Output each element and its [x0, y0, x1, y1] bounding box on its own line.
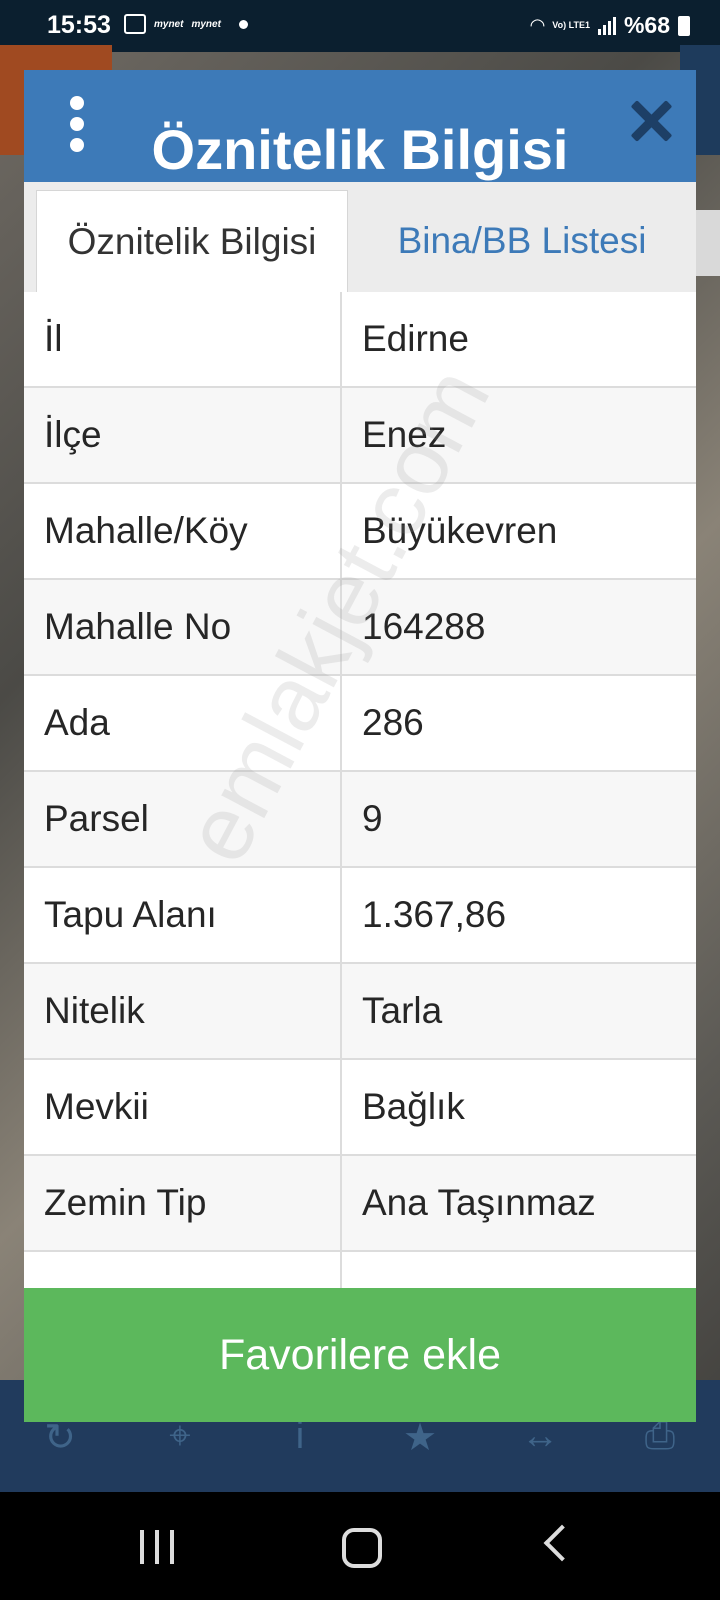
table-row: Nitelik Tarla [24, 964, 696, 1060]
table-row: Tapu Alanı 1.367,86 [24, 868, 696, 964]
table-row: Zemin Tip Ana Taşınmaz [24, 1156, 696, 1252]
row-key: Zemin Tip [24, 1156, 342, 1250]
system-icons: ◠ Vo) LTE1 %68 [530, 12, 690, 39]
row-value: 286 [362, 702, 424, 743]
row-key: İl [24, 292, 342, 386]
row-value: 9 [362, 798, 383, 839]
add-to-favorites-button[interactable]: Favorilere ekle [24, 1288, 696, 1422]
table-row: Mahalle No 164288 [24, 580, 696, 676]
home-icon[interactable] [342, 1528, 382, 1568]
close-icon[interactable] [628, 98, 674, 144]
wifi-icon: ◠ [530, 15, 545, 35]
row-value: Ana Taşınmaz [362, 1182, 596, 1223]
status-time: 15:53 [47, 11, 111, 39]
battery-percent: %68 [623, 12, 670, 38]
row-value: Büyükevren [362, 510, 558, 551]
row-key: İlçe [24, 388, 342, 482]
row-key: Mahalle/Köy [24, 484, 342, 578]
back-icon[interactable] [543, 1524, 581, 1562]
recent-apps-icon[interactable] [140, 1530, 174, 1564]
row-key: Mahalle No [24, 580, 342, 674]
row-value: 164288 [362, 606, 486, 647]
signal-icon [597, 16, 616, 35]
row-key: Tapu Alanı [24, 868, 342, 962]
row-key: Ada [24, 676, 342, 770]
row-value: Tarla [362, 990, 443, 1031]
row-value: Enez [362, 414, 447, 455]
row-value: Bağlık [362, 1086, 465, 1127]
table-row: İl Edirne [24, 292, 696, 388]
notification-dot-icon [238, 19, 248, 29]
table-row: İlçe Enez [24, 388, 696, 484]
notification-icons: mynet mynet [124, 14, 248, 34]
mynet-notification-icon: mynet [191, 18, 221, 30]
gallery-icon [124, 14, 146, 34]
attribute-modal: Öznitelik Bilgisi Öznitelik Bilgisi Bina… [24, 70, 696, 1422]
tab-attribute-info[interactable]: Öznitelik Bilgisi [36, 190, 348, 292]
mynet-notification-icon: mynet [154, 18, 184, 30]
row-key: Nitelik [24, 964, 342, 1058]
attribute-table: İl Edirne İlçe Enez Mahalle/Köy Büyükevr… [24, 292, 696, 1348]
row-value: 1.367,86 [362, 894, 507, 935]
row-value: Edirne [362, 318, 469, 359]
row-key: Parsel [24, 772, 342, 866]
tab-building-list[interactable]: Bina/BB Listesi [358, 190, 686, 292]
modal-header: Öznitelik Bilgisi [24, 70, 696, 182]
lte-indicator: Vo) LTE1 [552, 20, 590, 30]
modal-title: Öznitelik Bilgisi [151, 118, 569, 181]
row-key: Mevkii [24, 1060, 342, 1154]
navigation-bar [0, 1492, 720, 1600]
battery-icon [678, 15, 690, 36]
table-row: Ada 286 [24, 676, 696, 772]
table-row: Mevkii Bağlık [24, 1060, 696, 1156]
table-row: Parsel 9 [24, 772, 696, 868]
table-row: Mahalle/Köy Büyükevren [24, 484, 696, 580]
tab-bar: Öznitelik Bilgisi Bina/BB Listesi [24, 182, 696, 292]
